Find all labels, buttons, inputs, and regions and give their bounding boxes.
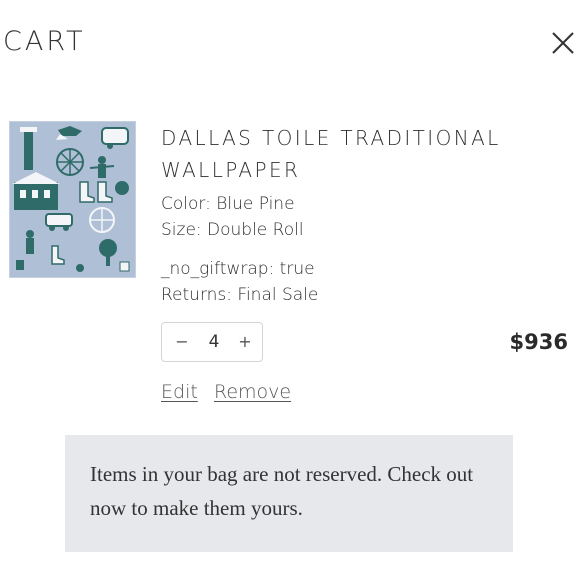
remove-link[interactable]: Remove: [214, 381, 291, 403]
product-thumbnail[interactable]: [9, 121, 136, 278]
product-color: Color: Blue Pine: [161, 194, 295, 214]
product-returns: Returns: Final Sale: [161, 285, 319, 305]
product-size: Size: Double Roll: [161, 220, 304, 240]
wallpaper-pattern-image: [10, 122, 135, 277]
decrease-quantity-button[interactable]: −: [172, 331, 192, 353]
cart-drawer: CART DALLAS TOILE TRADITIONAL WALLPAPER …: [0, 0, 580, 580]
product-title[interactable]: DALLAS TOILE TRADITIONAL WALLPAPER: [161, 122, 561, 186]
edit-link[interactable]: Edit: [161, 381, 198, 403]
quantity-stepper: − 4 +: [161, 322, 263, 362]
cart-title: CART: [3, 26, 86, 57]
product-title-line-1: DALLAS TOILE TRADITIONAL: [161, 126, 501, 150]
quantity-value[interactable]: 4: [202, 331, 226, 353]
close-icon: [552, 32, 574, 54]
item-price: $936: [509, 330, 568, 354]
increase-quantity-button[interactable]: +: [235, 331, 255, 353]
product-giftwrap: _no_giftwrap: true: [161, 259, 315, 279]
product-title-line-2: WALLPAPER: [161, 158, 301, 182]
reservation-notice: Items in your bag are not reserved. Chec…: [65, 435, 513, 552]
reservation-notice-text: Items in your bag are not reserved. Chec…: [90, 462, 474, 520]
close-button[interactable]: [550, 30, 576, 56]
